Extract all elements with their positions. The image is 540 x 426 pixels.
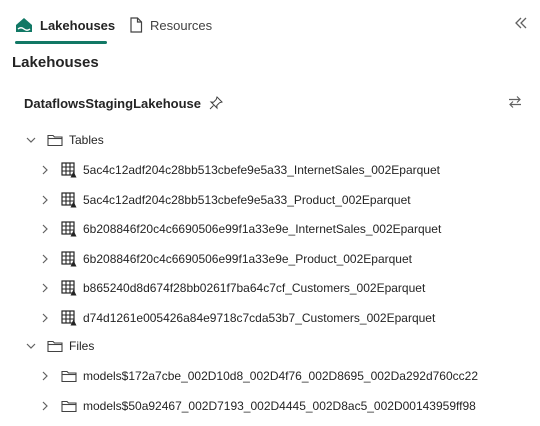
folder-icon [47,132,63,148]
table-item-label: 5ac4c12adf204c28bb513cbefe9e5a33_Product… [83,192,411,207]
chevron-right-icon[interactable] [38,193,52,207]
table-icon [61,251,77,267]
tree-node-label: Tables [69,133,104,147]
tree-node-tables[interactable]: Tables [24,129,104,151]
chevron-down-icon[interactable] [24,339,38,353]
chevron-right-icon[interactable] [38,369,52,383]
tab-lakehouses-label: Lakehouses [40,17,116,33]
table-item[interactable]: d74d1261e005426a84e9718c7cda53b7_Custome… [38,307,435,329]
table-item-label: b865240d8d674f28bb0261f7ba64c7cf_Custome… [83,281,426,296]
collapse-pane-button[interactable] [512,14,530,32]
table-item[interactable]: b865240d8d674f28bb0261f7ba64c7cf_Custome… [38,277,425,299]
table-icon [61,162,77,178]
table-item[interactable]: 5ac4c12adf204c28bb513cbefe9e5a33_Product… [38,189,411,211]
table-icon [61,280,77,296]
chevron-right-icon[interactable] [38,252,52,266]
tab-resources-label: Resources [150,17,213,33]
folder-item[interactable]: models$50a92467_002D7193_002D4445_002D8a… [38,395,476,417]
swap-icon [508,95,522,109]
tab-lakehouses[interactable]: Lakehouses [15,13,115,37]
folder-icon [47,338,63,354]
table-item[interactable]: 5ac4c12adf204c28bb513cbefe9e5a33_Interne… [38,159,440,181]
tab-resources[interactable]: Resources [129,13,212,37]
chevron-down-icon[interactable] [24,133,38,147]
chevron-right-icon[interactable] [38,399,52,413]
tree-node-files[interactable]: Files [24,335,94,357]
chevron-right-icon[interactable] [38,163,52,177]
folder-item-label: models$172a7cbe_002D10d8_002D4f76_002D86… [83,369,479,383]
section-title: Lakehouses [12,54,99,71]
folder-icon [61,368,77,384]
double-chevron-left-icon [514,17,528,29]
table-icon [61,221,77,237]
table-item[interactable]: 6b208846f20c4c6690506e99f1a33e9e_Product… [38,248,412,270]
table-item-label: 5ac4c12adf204c28bb513cbefe9e5a33_Interne… [83,163,440,177]
folder-item-label: models$50a92467_002D7193_002D4445_002D8a… [83,398,476,413]
table-item-label: 6b208846f20c4c6690506e99f1a33e9e_Interne… [83,222,442,237]
active-tab-indicator [15,41,107,44]
switch-lakehouse-button[interactable] [506,93,524,111]
table-item[interactable]: 6b208846f20c4c6690506e99f1a33e9e_Interne… [38,218,441,240]
folder-icon [61,398,77,414]
table-icon [61,191,77,208]
table-icon [61,310,77,326]
table-item-label: d74d1261e005426a84e9718c7cda53b7_Custome… [83,311,436,325]
tree-node-label: Files [69,339,95,353]
chevron-right-icon[interactable] [38,311,52,325]
lakehouse-icon [15,17,33,33]
document-icon [129,17,143,33]
folder-item[interactable]: models$172a7cbe_002D10d8_002D4f76_002D86… [38,365,478,387]
chevron-right-icon[interactable] [38,222,52,236]
tab-bar: Lakehouses Resources [0,0,540,46]
lakehouse-header[interactable]: DataflowsStagingLakehouse [24,92,524,114]
pin-icon[interactable] [209,96,223,110]
table-item-label: 6b208846f20c4c6690506e99f1a33e9e_Product… [83,251,412,266]
lakehouse-name: DataflowsStagingLakehouse [24,95,201,111]
chevron-right-icon[interactable] [38,281,52,295]
